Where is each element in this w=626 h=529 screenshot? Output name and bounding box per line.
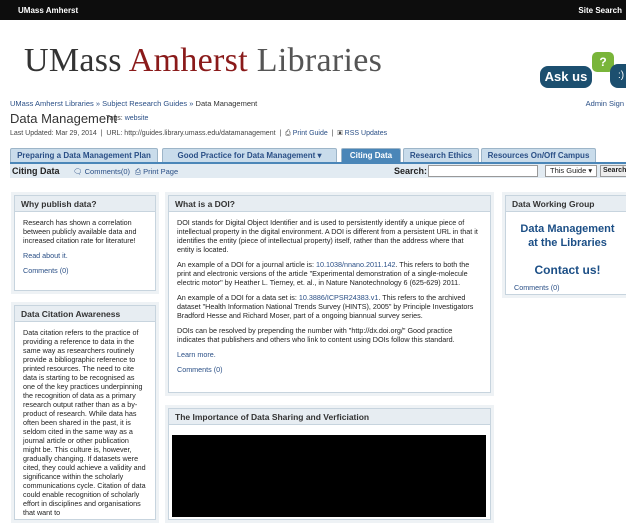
box-text: Research has shown a correlation between… bbox=[23, 218, 137, 245]
dwg-line: Data Management bbox=[520, 223, 615, 235]
comment-icon: 🗨 bbox=[73, 167, 85, 176]
last-updated: Last Updated: Mar 29, 2014 bbox=[10, 130, 97, 137]
doi-dataset-example: An example of a DOI for a data set is: 1… bbox=[177, 293, 482, 320]
logo-part-libraries: Libraries bbox=[247, 42, 383, 79]
what-is-doi-box: What is a DOI? DOI stands for Digital Ob… bbox=[168, 195, 491, 393]
box-text: Data citation refers to the practice of … bbox=[23, 328, 146, 517]
dwg-line: at the Libraries bbox=[528, 237, 607, 249]
top-bar: UMass Amherst Site Search bbox=[0, 0, 626, 20]
rss-icon: ▣ bbox=[337, 130, 343, 137]
comments-label: Comments(0) bbox=[84, 167, 131, 176]
breadcrumb-guides[interactable]: Subject Research Guides bbox=[102, 99, 187, 108]
embedded-video[interactable] bbox=[172, 435, 486, 517]
tab-resources[interactable]: Resources On/Off Campus bbox=[481, 148, 596, 162]
guide-meta: Last Updated: Mar 29, 2014 | URL: http:/… bbox=[10, 130, 387, 138]
search-input[interactable] bbox=[428, 165, 538, 177]
tags: Tags: website bbox=[106, 115, 148, 122]
tags-label: Tags: bbox=[106, 115, 123, 122]
tab-research-ethics[interactable]: Research Ethics bbox=[403, 148, 479, 162]
breadcrumb-sep: » bbox=[95, 99, 101, 108]
rss-link[interactable]: RSS Updates bbox=[345, 130, 387, 137]
search-label: Search: bbox=[394, 166, 428, 176]
text: An example of a DOI for a data set is: bbox=[177, 293, 299, 302]
read-about-link[interactable]: Read about it. bbox=[23, 251, 147, 260]
guide-tabs: Preparing a Data Management Plan Good Pr… bbox=[10, 148, 626, 162]
why-publish-box: Why publish data? Research has shown a c… bbox=[14, 195, 156, 291]
doi-definition: DOI stands for Digital Object Identifier… bbox=[177, 218, 478, 254]
doi-article-example: An example of a DOI for a journal articl… bbox=[177, 260, 482, 287]
org-link[interactable]: UMass Amherst bbox=[18, 6, 78, 15]
box-title: Data Working Group bbox=[506, 196, 626, 212]
page-title: Data Management bbox=[10, 111, 117, 126]
learn-more-link[interactable]: Learn more. bbox=[177, 350, 482, 359]
logo-part-umass: UMass bbox=[24, 42, 129, 79]
data-working-group-box: Data Working Group Data Management at the… bbox=[505, 195, 626, 295]
print-page-label: Print Page bbox=[143, 167, 179, 176]
comments-link[interactable]: Comments (0) bbox=[177, 365, 482, 374]
banner: UMass Amherst Libraries Ask us ? :) bbox=[0, 20, 626, 92]
tag-link[interactable]: website bbox=[125, 115, 149, 122]
comments-link[interactable]: Comments (0) bbox=[514, 283, 621, 292]
ask-us-bubble[interactable]: Ask us bbox=[540, 66, 592, 88]
site-search-link[interactable]: Site Search bbox=[578, 6, 622, 15]
citation-awareness-box: Data Citation Awareness Data citation re… bbox=[14, 305, 156, 520]
doi-dataset-link[interactable]: 10.3886/ICPSR24383.v1 bbox=[299, 293, 379, 302]
chevron-down-icon: ▾ bbox=[588, 166, 593, 175]
smiley-icon: :) bbox=[610, 64, 626, 88]
doi-article-link[interactable]: 10.1038/nnano.2011.142 bbox=[316, 260, 395, 269]
ask-us-widget[interactable]: Ask us ? :) bbox=[536, 50, 626, 96]
meta-sep: | bbox=[277, 130, 284, 137]
box-title: Why publish data? bbox=[15, 196, 155, 212]
search-button[interactable]: Search bbox=[600, 165, 626, 177]
guide-url: URL: http://guides.library.umass.edu/dat… bbox=[106, 130, 276, 137]
search-scope-value: This Guide bbox=[550, 166, 587, 175]
comments-link[interactable]: Comments (0) bbox=[23, 266, 147, 275]
print-page-link[interactable]: ⎙ Print Page bbox=[135, 167, 178, 177]
admin-sign-link[interactable]: Admin Sign bbox=[586, 99, 624, 108]
breadcrumb-sep: » bbox=[189, 99, 194, 108]
meta-sep: | bbox=[329, 130, 336, 137]
tab-preparing-plan[interactable]: Preparing a Data Management Plan bbox=[10, 148, 158, 162]
current-page-title: Citing Data bbox=[12, 166, 60, 176]
doi-resolve-text: DOIs can be resolved by prepending the n… bbox=[177, 326, 455, 344]
breadcrumb: UMass Amherst Libraries » Subject Resear… bbox=[10, 99, 257, 108]
text: An example of a DOI for a journal articl… bbox=[177, 260, 317, 269]
contact-us-link[interactable]: Contact us! bbox=[514, 264, 621, 276]
dwg-heading-link[interactable]: Data Management at the Libraries bbox=[514, 222, 621, 250]
box-title: The Importance of Data Sharing and Verfi… bbox=[169, 409, 490, 425]
search-scope-select[interactable]: This Guide ▾ bbox=[545, 165, 597, 177]
print-guide-link[interactable]: Print Guide bbox=[293, 130, 328, 137]
breadcrumb-libraries[interactable]: UMass Amherst Libraries bbox=[10, 99, 94, 108]
page-toolbar: Citing Data 🗨 Comments(0) ⎙ Print Page S… bbox=[10, 162, 626, 178]
libraries-logo[interactable]: UMass Amherst Libraries bbox=[24, 42, 382, 80]
meta-sep: | bbox=[98, 130, 105, 137]
breadcrumb-current: Data Management bbox=[195, 99, 258, 108]
print-icon: ⎙ bbox=[285, 130, 291, 137]
box-title: What is a DOI? bbox=[169, 196, 490, 212]
print-icon: ⎙ bbox=[135, 167, 144, 176]
comments-link[interactable]: 🗨 Comments(0) bbox=[73, 167, 130, 176]
tab-good-practice[interactable]: Good Practice for Data Management ▾ bbox=[162, 148, 337, 162]
logo-part-amherst: Amherst bbox=[128, 42, 248, 79]
tab-citing-data[interactable]: Citing Data bbox=[341, 148, 401, 162]
box-title: Data Citation Awareness bbox=[15, 306, 155, 322]
